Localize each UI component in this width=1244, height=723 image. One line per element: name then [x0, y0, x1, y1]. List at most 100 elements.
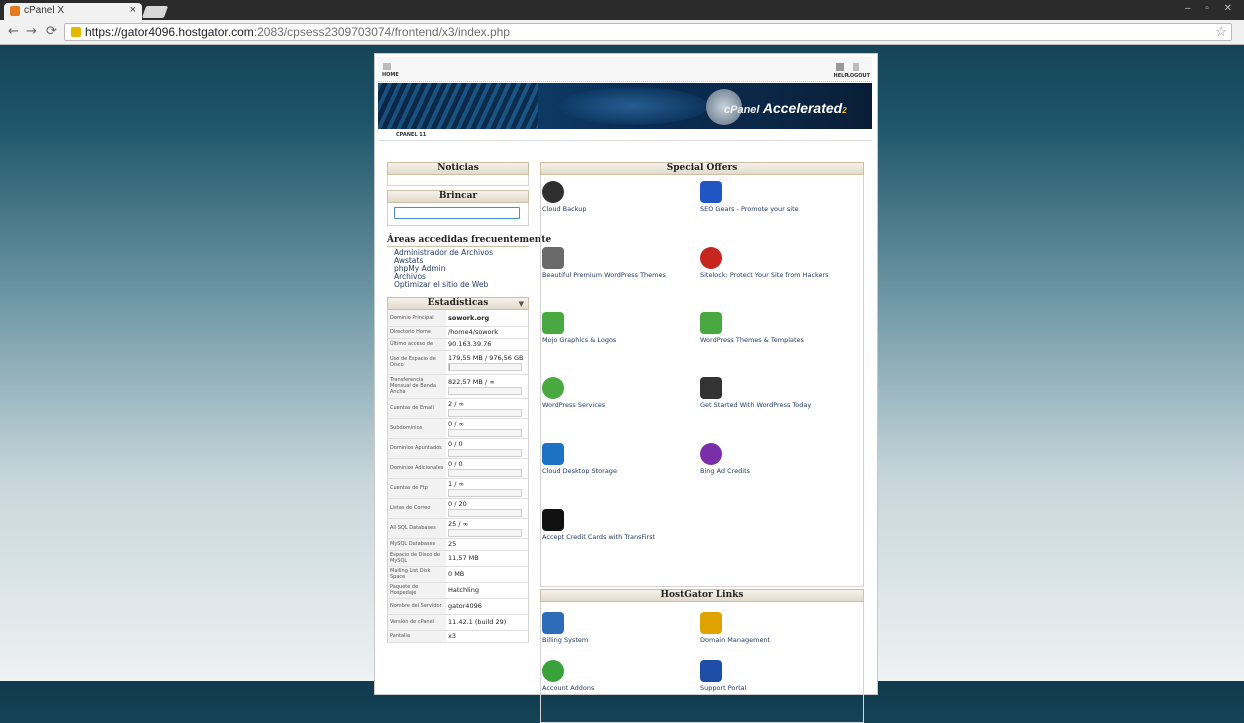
stats-value: 25: [448, 540, 457, 548]
stats-label: Mailing List Disk Space: [387, 566, 446, 583]
frequent-areas-list: Administrador de Archivos Awstats phpMy …: [387, 247, 529, 293]
usage-bar: [448, 508, 522, 517]
stats-label: Último acceso de: [387, 338, 446, 351]
stats-value: 90.163.39.76: [448, 340, 492, 348]
stats-label: Paquete de Hospedaje: [387, 582, 446, 599]
usage-bar: [448, 386, 522, 395]
home-link[interactable]: HOME: [382, 63, 399, 78]
brincar-box: [387, 203, 529, 226]
brand-accelerated: Accelerated: [762, 100, 843, 116]
back-arrow-icon[interactable]: ←: [8, 24, 19, 39]
tab-title: cPanel X: [24, 5, 65, 16]
wordpress-icon: [700, 377, 722, 399]
stats-value: 11.42.1 (build 29): [448, 618, 507, 626]
url-path: :2083/cpsess2309703074/frontend/x3/index…: [253, 25, 510, 39]
stats-value-cell: 11,57 MB: [446, 550, 529, 567]
stats-value-cell: 822,57 MB / ∞: [446, 374, 529, 399]
stats-label: All SQL Databases: [387, 518, 446, 539]
stats-row: Espacio de Disco de MySQL 11,57 MB: [387, 550, 529, 567]
stats-value-cell: 11.42.1 (build 29): [446, 614, 529, 631]
bing-icon: [700, 443, 722, 465]
offer-link[interactable]: Beautiful Premium WordPress Themes: [542, 247, 702, 279]
plus-icon: [542, 660, 564, 682]
stats-value-cell: 0 / 0: [446, 438, 529, 459]
stats-value-cell: /home4/sowork: [446, 326, 529, 339]
shield-icon: [542, 181, 564, 203]
hostgator-links-header: HostGator Links: [540, 589, 864, 602]
address-bar[interactable]: https://gator4096.hostgator.com:2083/cps…: [64, 23, 1232, 41]
offer-link[interactable]: Cloud Desktop Storage: [542, 443, 702, 475]
offer-label: Cloud Backup: [542, 205, 587, 213]
help-link[interactable]: HELP: [834, 63, 848, 79]
stats-value: Hatchling: [448, 586, 479, 594]
stats-value: 179,55 MB / 976,56 GB: [448, 353, 524, 362]
stats-label: Transferencia Mensual de Banda Ancha: [387, 374, 446, 399]
brand-cpanel: cPanel: [724, 104, 760, 116]
bookmark-star-icon[interactable]: ☆: [1215, 24, 1227, 40]
offer-link[interactable]: Account Addons: [542, 660, 702, 692]
search-input[interactable]: [394, 207, 520, 219]
stats-value-cell: 90.163.39.76: [446, 338, 529, 351]
offer-link[interactable]: SEO Gears - Promote your site: [700, 181, 860, 213]
usage-bar: [448, 488, 522, 497]
templates-icon: [700, 312, 722, 334]
special-offers-header: Special Offers: [540, 162, 864, 175]
stats-value-cell: 0 MB: [446, 566, 529, 583]
stats-label: Espacio de Disco de MySQL: [387, 550, 446, 567]
offer-link[interactable]: Sitelock: Protect Your Site from Hackers: [700, 247, 860, 279]
stats-title: Estadísticas: [427, 298, 489, 308]
usage-bar: [448, 408, 522, 417]
stats-value: 0 MB: [448, 570, 465, 578]
dotcom-icon: [700, 612, 722, 634]
left-column: Noticias Brincar Áreas accedidas frecuen…: [387, 162, 552, 643]
stats-label: MySQL Databases: [387, 538, 446, 551]
stats-label: Nombre del Servidor: [387, 598, 446, 615]
transfirst-icon: [542, 509, 564, 531]
offer-label: Support Portal: [700, 684, 747, 692]
stats-label: Cuentas de Email: [387, 398, 446, 419]
offer-label: Bing Ad Credits: [700, 467, 751, 475]
offer-link[interactable]: WordPress Services: [542, 377, 702, 409]
offer-link[interactable]: Mojo Graphics & Logos: [542, 312, 702, 344]
offer-link[interactable]: Accept Credit Cards with TransFirst: [542, 509, 702, 541]
frequent-areas-title: Áreas accedidas frecuentemente: [387, 235, 552, 247]
seo-icon: [700, 181, 722, 203]
offer-link[interactable]: Bing Ad Credits: [700, 443, 860, 475]
tab-close-icon[interactable]: ×: [130, 4, 136, 16]
cpanel-page: HOME HELP LOGOUT cPanel Accelerated2 CPA…: [374, 53, 878, 723]
stats-value-cell: Hatchling: [446, 582, 529, 599]
special-offers-box: Cloud Backup SEO Gears - Promote your sit…: [540, 175, 864, 587]
offer-link[interactable]: Support Portal: [700, 660, 860, 692]
offer-link[interactable]: Get Started With WordPress Today: [700, 377, 860, 409]
offer-label: SEO Gears - Promote your site: [700, 205, 799, 213]
stats-label: Directorio Home: [387, 326, 446, 339]
stats-value: /home4/sowork: [448, 328, 499, 336]
offer-link[interactable]: Cloud Backup: [542, 181, 702, 213]
hostgator-links-box: Billing System Domain Management Account A…: [540, 602, 864, 723]
stats-row: Transferencia Mensual de Banda Ancha 822,…: [387, 374, 529, 399]
offer-link[interactable]: WordPress Themes & Templates: [700, 312, 860, 344]
stats-label: Dominios Apuntados: [387, 438, 446, 459]
collapse-arrow-icon[interactable]: ▼: [519, 298, 524, 309]
stats-value: 25 / ∞: [448, 519, 469, 528]
offer-label: Account Addons: [542, 684, 595, 692]
logout-link[interactable]: LOGOUT: [847, 63, 870, 79]
stats-row: Cuentas de Ftp 1 / ∞: [387, 478, 529, 499]
offer-link[interactable]: Billing System: [542, 612, 702, 644]
stats-value: 0 / 0: [448, 439, 463, 448]
window-controls[interactable]: – ▫ ✕: [1185, 3, 1238, 14]
forward-arrow-icon[interactable]: →: [26, 24, 37, 39]
brand-version: 2: [842, 106, 847, 115]
browser-tab[interactable]: cPanel X ×: [4, 3, 142, 20]
noticias-header: Noticias: [387, 162, 529, 175]
offer-link[interactable]: Domain Management: [700, 612, 860, 644]
new-tab-button[interactable]: [141, 6, 169, 18]
freq-link-optimize[interactable]: Optimizar el sitio de Web: [394, 281, 529, 289]
stats-row: Mailing List Disk Space 0 MB: [387, 566, 529, 583]
offer-label: Domain Management: [700, 636, 771, 644]
logout-icon: [852, 63, 859, 71]
offer-label: Accept Credit Cards with TransFirst: [542, 533, 656, 541]
stats-value: 2 / ∞: [448, 399, 464, 408]
reload-icon[interactable]: ⟳: [46, 24, 57, 39]
stats-header[interactable]: Estadísticas ▼: [387, 297, 529, 310]
